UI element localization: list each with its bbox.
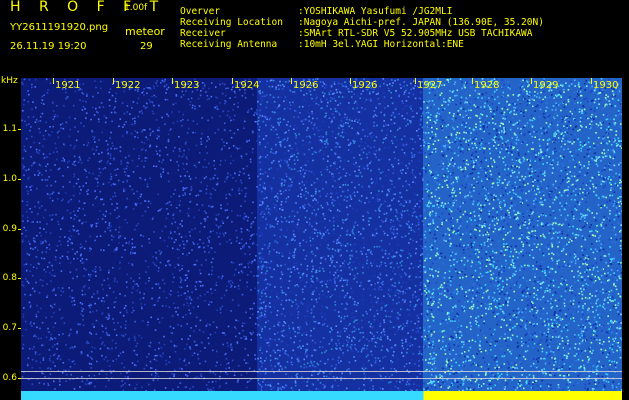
minute-label: 1924 xyxy=(234,80,260,91)
minute-label: 1921 xyxy=(55,80,81,91)
minute-label: 1926 xyxy=(352,80,378,91)
file-name: YY2611191920.png xyxy=(10,22,109,33)
signal-floor xyxy=(21,391,622,400)
minute-label: 1930 xyxy=(593,80,619,91)
info-row-observer: Overver :YOSHIKAWA Yasufumi /JG2MLI xyxy=(180,6,544,17)
y-tick-label: 0.9 xyxy=(2,224,17,234)
minute-tick xyxy=(172,78,173,84)
y-tick-label: 1.1 xyxy=(2,124,17,134)
station-info: Overver :YOSHIKAWA Yasufumi /JG2MLI Rece… xyxy=(180,6,544,50)
header: H R O F F T 1.00f YY2611191920.png 26.11… xyxy=(0,0,629,78)
minute-tick xyxy=(291,78,292,84)
info-value: :10mH 3el.YAGI Horizontal:ENE xyxy=(298,39,464,50)
info-key: Receiving Antenna xyxy=(180,39,278,50)
minute-tick xyxy=(53,78,54,84)
info-value: :SMArt RTL-SDR V5 52.905MHz USB TACHIKAW… xyxy=(298,28,533,39)
y-tick-label: 0.7 xyxy=(2,323,17,333)
info-key: Receiving Location xyxy=(180,17,283,28)
info-row-location: Receiving Location :Nagoya Aichi-pref. J… xyxy=(180,17,544,28)
reference-line-upper xyxy=(21,371,622,372)
info-value: :Nagoya Aichi-pref. JAPAN (136.90E, 35.2… xyxy=(298,17,544,28)
y-tick-label: 0.8 xyxy=(2,273,17,283)
minute-tick xyxy=(350,78,351,84)
minute-label: 1922 xyxy=(115,80,141,91)
minute-tick xyxy=(415,78,416,84)
y-axis-unit: kHz xyxy=(1,76,18,86)
info-value: :YOSHIKAWA Yasufumi /JG2MLI xyxy=(298,6,453,17)
minute-tick xyxy=(531,78,532,84)
version-label: 1.00f xyxy=(124,3,148,13)
info-key: Overver xyxy=(180,6,221,17)
spectrogram-noise xyxy=(21,78,622,393)
spectrogram: 1921 1922 1923 1924 1926 1926 1927 1928 1929 1930 xyxy=(21,78,622,400)
meteor-label: meteor xyxy=(125,25,165,38)
y-tick-label: 0.6 xyxy=(2,373,17,383)
timestamp: 26.11.19 19:20 xyxy=(10,41,87,52)
info-key: Receiver xyxy=(180,28,226,39)
meteor-count: 29 xyxy=(140,41,153,52)
reference-line-lower xyxy=(21,378,622,379)
minute-tick xyxy=(472,78,473,84)
minute-label: 1923 xyxy=(174,80,200,91)
minute-label: 1928 xyxy=(474,80,500,91)
info-row-antenna: Receiving Antenna :10mH 3el.YAGI Horizon… xyxy=(180,39,544,50)
minute-tick xyxy=(591,78,592,84)
info-row-receiver: Receiver :SMArt RTL-SDR V5 52.905MHz USB… xyxy=(180,28,544,39)
minute-label: 1927 xyxy=(417,80,443,91)
minute-label: 1929 xyxy=(533,80,559,91)
y-tick-label: 1.0 xyxy=(2,174,17,184)
minute-label: 1926 xyxy=(293,80,319,91)
minute-tick xyxy=(113,78,114,84)
minute-tick xyxy=(232,78,233,84)
